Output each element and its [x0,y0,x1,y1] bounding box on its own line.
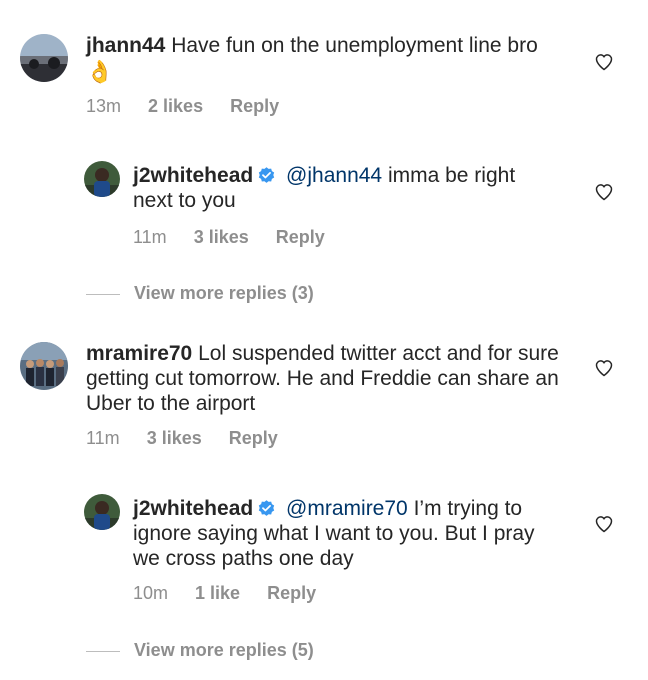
avatar[interactable] [20,342,68,390]
view-more-replies: View more replies (3) [86,283,314,304]
likes-count[interactable]: 2 likes [148,96,203,116]
avatar-image [84,161,120,197]
heart-outline-icon[interactable] [594,182,614,202]
comment-username[interactable]: mramire70 [86,342,192,365]
ok-hand-emoji: 👌 [86,59,114,84]
likes-count[interactable]: 3 likes [147,428,202,448]
mention-link[interactable]: @jhann44 [286,164,382,187]
heart-outline-icon[interactable] [594,358,614,378]
reply-button[interactable]: Reply [229,428,278,448]
comment-timestamp: 11m [133,227,167,247]
comment-username[interactable]: jhann44 [86,34,165,57]
reply-button[interactable]: Reply [267,583,316,603]
comment-username[interactable]: j2whitehead [133,164,253,187]
comment-meta: 11m 3 likes Reply [86,428,300,449]
verified-badge-icon [259,167,275,183]
reply-button[interactable]: Reply [230,96,279,116]
view-more-divider [86,650,120,652]
comment-timestamp: 13m [86,96,122,116]
heart-outline-icon[interactable] [594,514,614,534]
comment-username[interactable]: j2whitehead [133,497,253,520]
view-more-replies-button[interactable]: View more replies (3) [134,283,314,303]
comment-text: Have fun on the unemployment line bro [171,34,538,57]
avatar-image [20,34,68,82]
likes-count[interactable]: 3 likes [194,227,249,247]
verified-badge-icon [259,500,275,516]
avatar-image [20,342,68,390]
avatar[interactable] [84,161,120,197]
avatar[interactable] [84,494,120,530]
comment-body: j2whitehead @mramire70 I’m trying to ign… [133,496,553,571]
comment-meta: 11m 3 likes Reply [133,227,347,248]
comment-meta: 10m 1 like Reply [133,583,338,604]
likes-count[interactable]: 1 like [195,583,240,603]
comment-body: j2whitehead @jhann44 imma be right next … [133,163,553,213]
view-more-replies: View more replies (5) [86,640,314,661]
comment-timestamp: 10m [133,583,169,603]
reply-button[interactable]: Reply [276,227,325,247]
view-more-replies-button[interactable]: View more replies (5) [134,640,314,660]
view-more-divider [86,293,120,295]
mention-link[interactable]: @mramire70 [286,497,408,520]
comment-body: jhann44 Have fun on the unemployment lin… [86,33,556,83]
comment-meta: 13m 2 likes Reply [86,96,301,117]
comment-body: mramire70 Lol suspended twitter acct and… [86,341,566,416]
comment-timestamp: 11m [86,428,120,448]
heart-outline-icon[interactable] [594,52,614,72]
avatar[interactable] [20,34,68,82]
avatar-image [84,494,120,530]
